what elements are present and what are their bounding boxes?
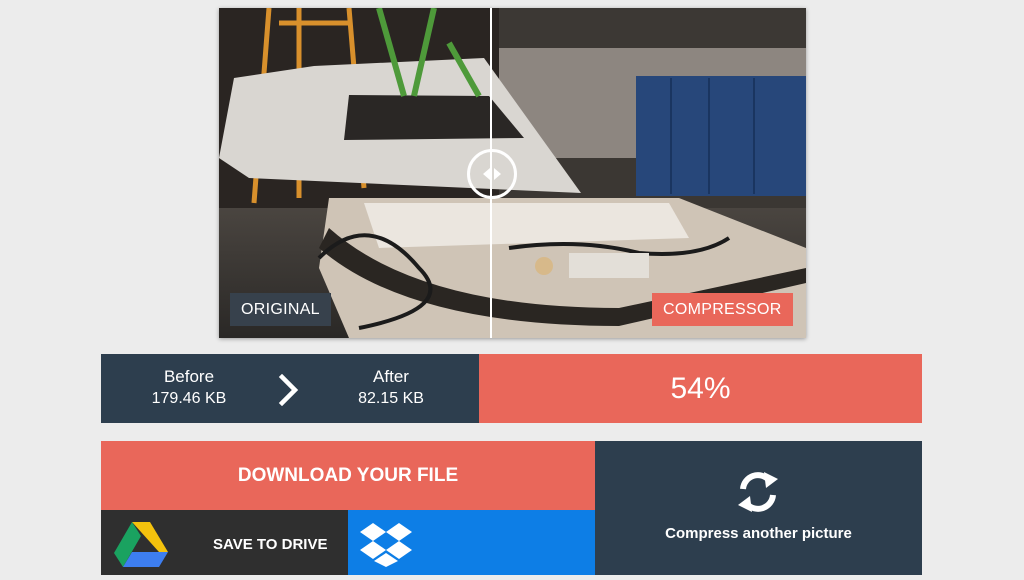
before-label: Before xyxy=(163,367,215,386)
compression-stats-bar: Before 179.46 KB After 82.15 KB 54% xyxy=(101,354,922,423)
after-size: 82.15 KB xyxy=(358,390,424,407)
compress-another-label: Compress another picture xyxy=(665,525,852,542)
after-stat: After 82.15 KB xyxy=(331,366,451,410)
refresh-icon xyxy=(738,472,778,512)
before-size: 179.46 KB xyxy=(151,390,227,407)
after-label: After xyxy=(373,367,409,386)
save-to-drive-button[interactable]: SAVE TO DRIVE xyxy=(101,510,348,575)
save-to-dropbox-button[interactable] xyxy=(348,510,595,575)
google-drive-icon xyxy=(114,522,168,567)
dropbox-icon xyxy=(360,523,412,567)
download-button[interactable]: DOWNLOAD YOUR FILE xyxy=(101,441,595,510)
original-label: ORIGINAL xyxy=(230,293,331,326)
save-to-drive-label: SAVE TO DRIVE xyxy=(213,536,328,553)
chevron-right-icon xyxy=(278,374,299,406)
before-stat: Before 179.46 KB xyxy=(129,366,249,410)
compress-another-button[interactable]: Compress another picture xyxy=(595,441,922,575)
size-summary: Before 179.46 KB After 82.15 KB xyxy=(101,354,479,423)
reduction-percent: 54% xyxy=(479,354,922,423)
compressed-label: COMPRESSOR xyxy=(652,293,793,326)
image-comparison-slider[interactable]: ORIGINAL COMPRESSOR xyxy=(219,8,806,338)
compare-handle-icon[interactable] xyxy=(467,149,517,199)
